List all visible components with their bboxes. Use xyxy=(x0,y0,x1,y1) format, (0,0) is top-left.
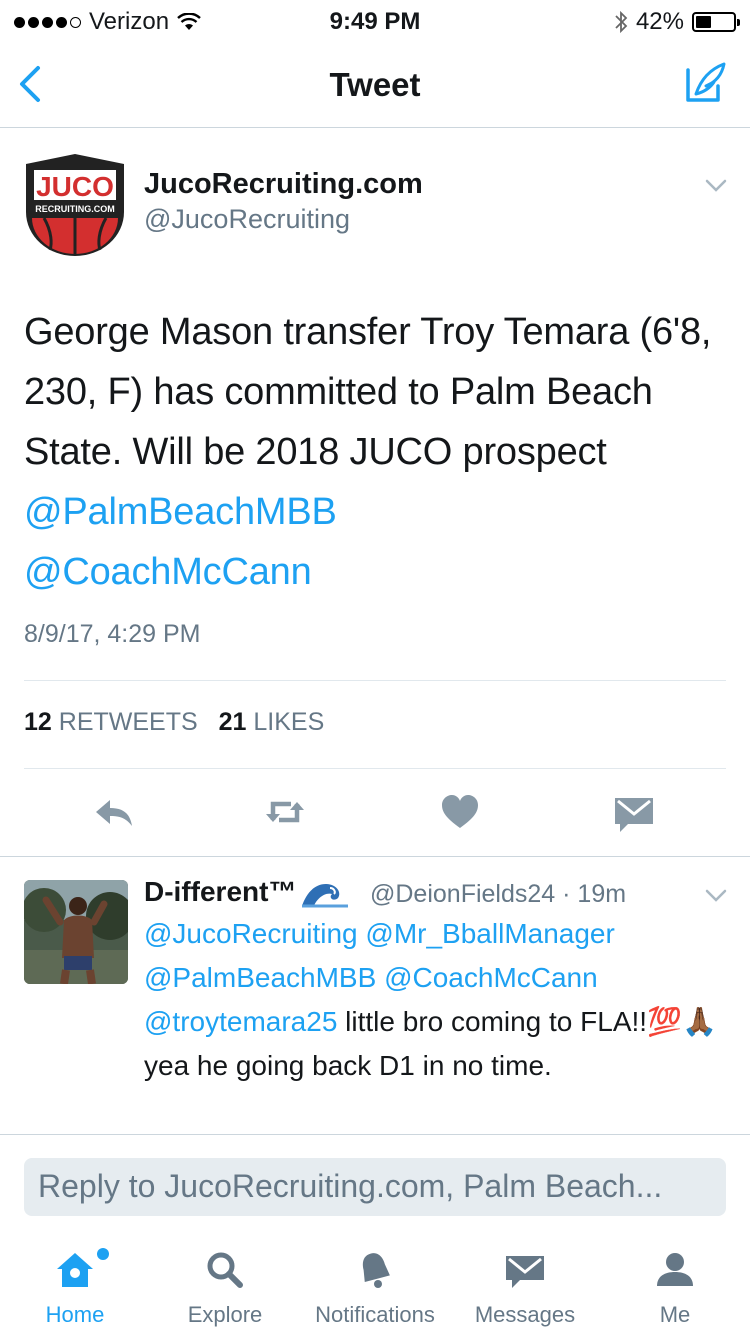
tweet-text: George Mason transfer Troy Temara (6'8, … xyxy=(24,302,724,602)
mention-link[interactable]: @PalmBeachMBB xyxy=(144,962,376,993)
mention-link[interactable]: @CoachMcCann xyxy=(24,551,312,593)
tab-notifications[interactable]: Notifications xyxy=(300,1238,450,1334)
tab-explore[interactable]: Explore xyxy=(150,1238,300,1334)
status-bar: Verizon 9:49 PM 42% xyxy=(0,0,750,40)
envelope-icon xyxy=(506,1256,544,1288)
avatar-logo-text: JUCO xyxy=(36,171,114,202)
nav-bar: Tweet xyxy=(0,40,750,128)
notification-dot xyxy=(97,1248,109,1260)
reply-body-text: little bro coming to FLA!! xyxy=(337,1006,648,1037)
mention-link[interactable]: @Mr_BballManager xyxy=(365,918,614,949)
tab-home[interactable]: Home xyxy=(0,1238,150,1334)
home-icon xyxy=(57,1253,93,1287)
like-icon[interactable] xyxy=(438,790,482,834)
retweets-count[interactable]: 12 xyxy=(24,708,52,736)
tab-label: Notifications xyxy=(315,1302,435,1327)
reply-author-avatar[interactable] xyxy=(24,880,128,984)
tab-messages[interactable]: Messages xyxy=(450,1238,600,1334)
reply-text: @JucoRecruiting @Mr_BballManager @PalmBe… xyxy=(144,912,724,1088)
author-name[interactable]: JucoRecruiting.com xyxy=(144,168,423,201)
person-icon xyxy=(657,1253,693,1286)
mention-link[interactable]: @troytemara25 xyxy=(144,1006,337,1037)
status-right: 42% xyxy=(614,8,740,36)
retweet-icon[interactable] xyxy=(263,790,307,834)
bell-icon xyxy=(362,1253,390,1288)
tab-me[interactable]: Me xyxy=(600,1238,750,1334)
likes-label[interactable]: LIKES xyxy=(253,708,324,736)
tab-label: Me xyxy=(659,1302,691,1327)
page-title: Tweet xyxy=(329,66,421,103)
mention-link[interactable]: @JucoRecruiting xyxy=(144,918,358,949)
direct-message-icon[interactable] xyxy=(612,790,656,834)
reply-author-name-text[interactable]: D-ifferent™ xyxy=(144,876,296,908)
bluetooth-icon xyxy=(615,10,628,34)
search-icon xyxy=(207,1252,243,1288)
tab-label: Messages xyxy=(474,1302,576,1327)
compose-icon[interactable] xyxy=(684,60,728,104)
tweet-actions xyxy=(0,790,750,834)
battery-level xyxy=(696,16,712,28)
divider xyxy=(24,680,726,681)
battery-percent: 42% xyxy=(635,8,684,35)
retweets-label[interactable]: RETWEETS xyxy=(59,708,198,736)
reply-body-text: yea he going back D1 in no time. xyxy=(144,1050,552,1081)
likes-count[interactable]: 21 xyxy=(219,708,247,736)
reply-input[interactable]: Reply to JucoRecruiting.com, Palm Beach.… xyxy=(24,1158,726,1216)
tab-label: Explore xyxy=(187,1302,263,1327)
tweet-stats: 12 RETWEETS 21 LIKES xyxy=(24,708,324,737)
chevron-down-icon[interactable] xyxy=(704,178,728,194)
emoji: 💯🙏🏾 xyxy=(647,1006,717,1037)
reply-author-name[interactable]: D-ifferent™ xyxy=(144,876,350,908)
tab-bar: Home Explore Notifications Messages Me xyxy=(0,1238,750,1334)
author-avatar[interactable]: JUCO RECRUITING.COM xyxy=(22,152,128,258)
tab-label: Home xyxy=(45,1302,105,1327)
tweet-timestamp: 8/9/17, 4:29 PM xyxy=(24,620,201,648)
mention-link[interactable]: @PalmBeachMBB xyxy=(24,491,337,533)
chevron-down-icon[interactable] xyxy=(704,888,728,904)
reply-icon[interactable] xyxy=(92,790,136,834)
wave-icon xyxy=(302,884,349,908)
battery-icon xyxy=(692,12,740,32)
divider xyxy=(24,768,726,769)
author-handle[interactable]: @JucoRecruiting xyxy=(144,204,350,235)
mention-link[interactable]: @CoachMcCann xyxy=(384,962,598,993)
reply-author-handle[interactable]: @DeionFields24 · 19m xyxy=(370,880,626,909)
section-divider xyxy=(0,1134,750,1135)
avatar-logo-subtext: RECRUITING.COM xyxy=(35,204,115,214)
section-divider xyxy=(0,856,750,857)
tweet-body-text: George Mason transfer Troy Temara (6'8, … xyxy=(24,311,712,473)
